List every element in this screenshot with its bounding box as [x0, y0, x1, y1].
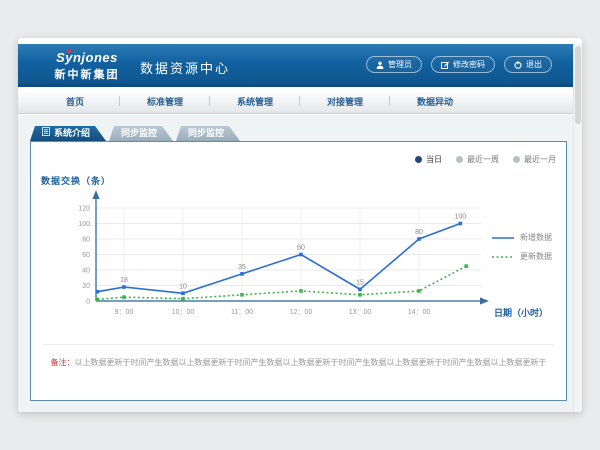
tab-sync-monitor-2[interactable]: 同步监控	[176, 126, 240, 141]
svg-text:60: 60	[297, 245, 305, 252]
svg-text:20: 20	[82, 283, 90, 290]
time-range-selector: 当日 最近一周 最近一月	[415, 154, 556, 165]
nav-item-standard-mgmt[interactable]: 标准管理	[132, 95, 198, 108]
svg-text:18: 18	[120, 277, 128, 284]
range-option-last-month[interactable]: 最近一月	[513, 154, 556, 165]
scrollbar-thumb[interactable]	[575, 46, 581, 124]
radio-dot	[513, 156, 520, 163]
range-option-label: 当日	[426, 154, 442, 165]
brand-logo: Synjones 新中新集团	[48, 49, 126, 82]
range-option-last-week[interactable]: 最近一周	[456, 154, 499, 165]
y-axis-label: 数据交换（条）	[41, 174, 111, 187]
svg-text:80: 80	[415, 229, 423, 236]
brand-name: Synjones	[56, 50, 118, 65]
legend-line-solid	[492, 235, 514, 241]
line-chart: 0 20 40 60 80 100 120 9：00 10：00 11：00 12：00 13：00 1…	[49, 186, 529, 321]
logout-button[interactable]: 退出	[504, 56, 552, 73]
document-icon	[42, 126, 50, 141]
svg-text:10: 10	[179, 283, 187, 290]
nav-item-interface-mgmt[interactable]: 对接管理	[312, 95, 378, 108]
company-name: 新中新集团	[48, 66, 126, 82]
radio-dot	[456, 156, 463, 163]
range-option-label: 最近一周	[467, 154, 499, 165]
tab-label: 同步监控	[121, 126, 157, 141]
radio-dot	[415, 156, 422, 163]
tab-label: 系统介绍	[54, 126, 90, 141]
svg-text:12：00: 12：00	[290, 309, 313, 316]
admin-button-label: 管理员	[388, 59, 412, 70]
legend-label: 新增数据	[520, 232, 552, 243]
svg-text:13：00: 13：00	[349, 309, 372, 316]
tab-sync-monitor-1[interactable]: 同步监控	[109, 126, 173, 141]
nav-item-home[interactable]: 首页	[42, 95, 108, 108]
range-option-today[interactable]: 当日	[415, 154, 442, 165]
app-header: Synjones 新中新集团 数据资源中心 管理员 修改密码	[18, 44, 582, 87]
svg-text:10：00: 10：00	[172, 309, 195, 316]
svg-text:15: 15	[356, 279, 364, 286]
nav-bar: 首页 标准管理 系统管理 对接管理 数据异动	[18, 90, 582, 114]
scrollbar[interactable]	[573, 44, 582, 412]
note-prefix: 备注：	[51, 358, 75, 367]
svg-text:40: 40	[82, 268, 90, 275]
legend-line-dotted	[492, 254, 514, 260]
chart-panel: 当日 最近一周 最近一月 数据交换（条） 0 20 40 60 80 100 120 9：00…	[30, 141, 567, 401]
svg-text:35: 35	[238, 264, 246, 271]
note: 备注：以上数据更新于时间产生数据以上数据更新于时间产生数据以上数据更新于时间产生…	[43, 344, 554, 368]
change-password-button-label: 修改密码	[453, 59, 485, 70]
tab-system-intro[interactable]: 系统介绍	[30, 126, 106, 141]
range-option-label: 最近一月	[524, 154, 556, 165]
x-axis-label: 日期（小时）	[494, 306, 548, 319]
header-buttons: 管理员 修改密码 退出	[366, 56, 552, 73]
legend-label: 更新数据	[520, 251, 552, 262]
svg-text:14：00: 14：00	[408, 309, 431, 316]
nav-item-data-change[interactable]: 数据异动	[402, 95, 468, 108]
app-title: 数据资源中心	[140, 58, 230, 77]
chart-legend: 新增数据 更新数据	[492, 232, 552, 270]
svg-text:120: 120	[78, 206, 90, 213]
svg-text:60: 60	[82, 252, 90, 259]
svg-text:100: 100	[454, 214, 466, 221]
content-area: 系统介绍 同步监控 同步监控 当日 最近一周	[18, 115, 582, 412]
note-text: 以上数据更新于时间产生数据以上数据更新于时间产生数据以上数据更新于时间产生数据以…	[75, 358, 547, 367]
legend-item-new-data[interactable]: 新增数据	[492, 232, 552, 243]
tab-bar: 系统介绍 同步监控 同步监控	[30, 126, 240, 141]
admin-button[interactable]: 管理员	[366, 56, 422, 73]
svg-text:9：00: 9：00	[115, 309, 134, 316]
browser-window: Synjones 新中新集团 数据资源中心 管理员 修改密码	[18, 38, 582, 412]
change-password-button[interactable]: 修改密码	[431, 56, 495, 73]
user-icon	[376, 61, 384, 69]
nav-item-system-mgmt[interactable]: 系统管理	[222, 95, 288, 108]
svg-text:11：00: 11：00	[231, 309, 253, 316]
tab-label: 同步监控	[188, 126, 224, 141]
edit-icon	[441, 61, 449, 69]
svg-text:80: 80	[82, 237, 90, 244]
legend-item-update-data[interactable]: 更新数据	[492, 251, 552, 262]
logout-button-label: 退出	[526, 59, 542, 70]
svg-text:100: 100	[78, 221, 90, 228]
power-icon	[514, 61, 522, 69]
svg-text:0: 0	[86, 299, 90, 306]
